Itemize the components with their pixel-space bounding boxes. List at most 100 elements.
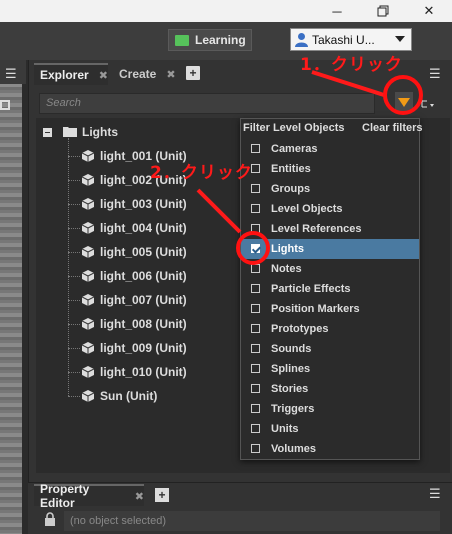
cube-icon — [82, 150, 94, 162]
close-icon[interactable]: ✖ — [135, 490, 144, 503]
highlight-ring — [236, 231, 270, 265]
checkbox[interactable] — [251, 144, 260, 153]
tree-item[interactable]: light_004 (Unit) — [100, 217, 187, 239]
add-tab-icon[interactable]: + — [186, 66, 200, 80]
restore-icon[interactable] — [360, 0, 406, 22]
arrow-icon — [196, 188, 242, 234]
tab-explorer[interactable]: Explorer ✖ — [34, 63, 108, 85]
viewport-strip[interactable] — [0, 60, 22, 534]
filter-menu-item-label: Stories — [271, 383, 309, 395]
filter-menu-item[interactable]: Level References — [241, 219, 419, 239]
learning-label: Learning — [195, 33, 246, 47]
filter-menu-title: Filter Level Objects — [243, 122, 345, 134]
tree-item[interactable]: light_008 (Unit) — [100, 313, 187, 335]
filter-menu-item[interactable]: Entities — [241, 159, 419, 179]
collapse-icon[interactable] — [43, 128, 52, 137]
tree-guide-line — [68, 204, 80, 205]
tree-guide-line — [68, 396, 80, 397]
filter-menu-item[interactable]: Volumes — [241, 439, 419, 459]
filter-menu-item-label: Volumes — [271, 443, 317, 455]
filter-menu-item[interactable]: Cameras — [241, 139, 419, 159]
filter-menu-item-label: Triggers — [271, 403, 315, 415]
folder-icon — [63, 127, 77, 137]
tab-explorer-label: Explorer — [40, 68, 89, 82]
filter-menu-item[interactable]: Position Markers — [241, 299, 419, 319]
close-icon[interactable]: ✖ — [166, 68, 175, 81]
checkbox[interactable] — [251, 444, 260, 453]
minimize-icon[interactable]: ─ — [314, 0, 360, 22]
tree-item[interactable]: light_009 (Unit) — [100, 337, 187, 359]
checkbox[interactable] — [251, 384, 260, 393]
cube-icon — [82, 342, 94, 354]
tree-guide-line — [68, 372, 80, 373]
tree-item[interactable]: light_003 (Unit) — [100, 193, 187, 215]
close-icon[interactable]: ✕ — [406, 0, 452, 22]
filter-menu-item-label: Particle Effects — [271, 283, 351, 295]
object-field: (no object selected) — [64, 511, 440, 531]
tree-guide-line — [68, 156, 80, 157]
highlight-ring — [383, 75, 423, 115]
hamburger-icon[interactable]: ☰ — [429, 486, 441, 502]
tree-root-lights[interactable]: Lights — [82, 121, 118, 143]
close-icon[interactable]: ✖ — [99, 69, 108, 82]
hamburger-icon[interactable]: ☰ — [429, 66, 441, 82]
filter-menu-item[interactable]: Sounds — [241, 339, 419, 359]
user-dropdown[interactable]: Takashi U... — [290, 28, 412, 51]
filter-menu-item[interactable]: Splines — [241, 359, 419, 379]
tree-item[interactable]: light_010 (Unit) — [100, 361, 187, 383]
filter-menu-item-label: Entities — [271, 163, 311, 175]
checkbox[interactable] — [251, 284, 260, 293]
tree-guide-line — [68, 252, 80, 253]
filter-menu-item[interactable]: Units — [241, 419, 419, 439]
cube-icon — [82, 318, 94, 330]
checkbox[interactable] — [251, 264, 260, 273]
checkbox[interactable] — [251, 364, 260, 373]
filter-menu-item-label: Prototypes — [271, 323, 329, 335]
checkbox[interactable] — [251, 304, 260, 313]
filter-menu-item[interactable]: Particle Effects — [241, 279, 419, 299]
cube-icon — [82, 366, 94, 378]
checkbox[interactable] — [251, 184, 260, 193]
checkbox[interactable] — [251, 404, 260, 413]
tab-create-label: Create — [119, 67, 157, 81]
chevron-down-icon — [395, 36, 405, 42]
cube-icon — [82, 198, 94, 210]
filter-menu-item-label: Cameras — [271, 143, 318, 155]
filter-menu-item-label: Splines — [271, 363, 311, 375]
cube-icon — [82, 270, 94, 282]
filter-menu-item[interactable]: Prototypes — [241, 319, 419, 339]
cube-icon — [82, 174, 94, 186]
learning-button[interactable]: Learning — [168, 29, 252, 51]
lock-icon[interactable] — [44, 512, 56, 526]
tree-guide-line — [68, 324, 80, 325]
filter-menu-item[interactable]: Level Objects — [241, 199, 419, 219]
checkbox[interactable] — [251, 204, 260, 213]
filter-menu-item-label: Notes — [271, 263, 302, 275]
tree-guide-line — [68, 276, 80, 277]
checkbox[interactable] — [251, 344, 260, 353]
tab-create[interactable]: Create ✖ — [113, 63, 177, 85]
tab-property-editor[interactable]: Property Editor ✖ — [34, 482, 144, 510]
filter-menu-item-label: Position Markers — [271, 303, 360, 315]
filter-menu-item[interactable]: Stories — [241, 379, 419, 399]
tree-item[interactable]: Sun (Unit) — [100, 385, 157, 407]
arrow-icon — [311, 70, 385, 97]
filter-menu-item-label: Sounds — [271, 343, 312, 355]
cube-icon — [82, 294, 94, 306]
filter-menu-item-label: Units — [271, 423, 299, 435]
cube-icon — [82, 246, 94, 258]
checkbox[interactable] — [251, 324, 260, 333]
clear-filters-link[interactable]: Clear filters — [362, 122, 423, 134]
add-tab-icon[interactable]: + — [155, 488, 169, 502]
filter-menu-item[interactable]: Groups — [241, 179, 419, 199]
filter-menu-item-label: Level Objects — [271, 203, 343, 215]
filter-menu-item[interactable]: Triggers — [241, 399, 419, 419]
tree-item[interactable]: light_005 (Unit) — [100, 241, 187, 263]
filter-menu-item[interactable]: Notes — [241, 259, 419, 279]
book-icon — [175, 34, 189, 46]
tree-item[interactable]: light_006 (Unit) — [100, 265, 187, 287]
hamburger-icon[interactable]: ☰ — [5, 66, 17, 82]
maximize-icon[interactable] — [0, 100, 10, 110]
checkbox[interactable] — [251, 424, 260, 433]
tree-item[interactable]: light_007 (Unit) — [100, 289, 187, 311]
